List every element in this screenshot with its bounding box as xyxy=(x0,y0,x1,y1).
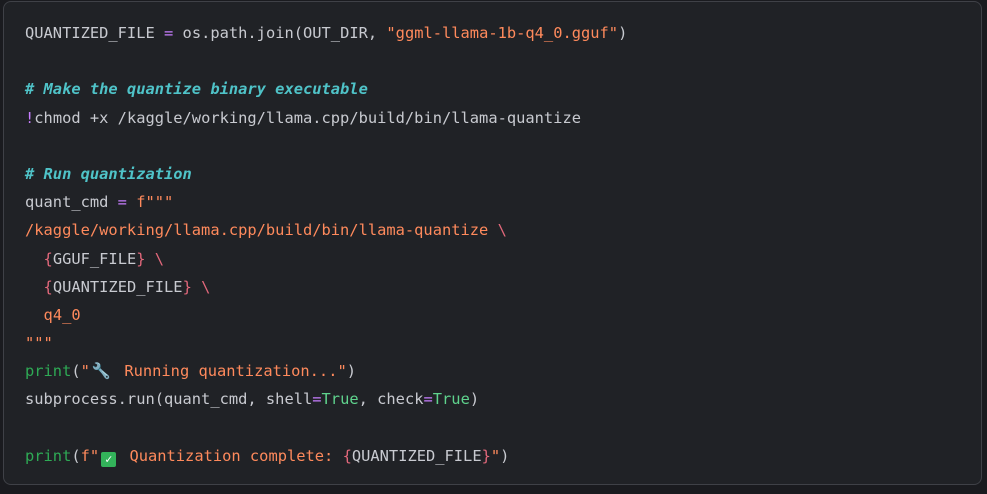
string-token: """ xyxy=(145,193,174,212)
constant-token: True xyxy=(432,390,470,409)
code-line-arg-quantized: {QUANTIZED_FILE} \ xyxy=(25,273,627,301)
interpolation-token: QUANTIZED_FILE xyxy=(52,277,183,296)
code-line-string-end: """ xyxy=(25,329,627,357)
code-line-print-2: print(f" ✓ Quantization complete: {QUANTI… xyxy=(25,442,627,470)
brace-token: } xyxy=(481,446,491,465)
string-token: q4_0 xyxy=(43,305,81,324)
operator-token: = xyxy=(312,390,322,409)
code-line-subprocess: subprocess.run(quant_cmd, shell=True, ch… xyxy=(25,385,627,413)
code-line-arg-gguf: {GGUF_FILE} \ xyxy=(25,245,627,273)
shell-bang-token: ! xyxy=(25,108,35,127)
code-line-comment-1: # Make the quantize binary executable xyxy=(25,75,627,103)
string-token: """ xyxy=(25,334,53,353)
indent-token xyxy=(25,306,44,324)
comment-token: # Make the quantize binary executable xyxy=(25,80,368,99)
function-token: print xyxy=(25,362,72,381)
fstring-prefix-token: f xyxy=(126,193,146,212)
code-cell[interactable]: QUANTIZED_FILE = os.path.join(OUT_DIR, "… xyxy=(3,1,982,485)
interpolation-token: QUANTIZED_FILE xyxy=(351,446,482,465)
call-token: os.path.join(OUT_DIR, xyxy=(173,24,387,42)
brace-token: } xyxy=(136,249,146,268)
variable-token: QUANTIZED_FILE xyxy=(25,24,164,42)
call-token: subprocess.run(quant_cmd, shell xyxy=(25,390,313,409)
paren-token: ( xyxy=(71,362,81,381)
paren-token: ( xyxy=(71,446,81,465)
quote-token: " xyxy=(89,446,100,465)
comment-token: # Run quantization xyxy=(25,164,192,183)
code-line-assign: quant_cmd = f""" xyxy=(25,188,627,216)
code-line-1: QUANTIZED_FILE = os.path.join(OUT_DIR, "… xyxy=(25,19,627,47)
string-token: "ggml-llama-1b-q4_0.gguf" xyxy=(386,24,619,42)
wrench-icon: 🔧 xyxy=(91,362,112,381)
indent-token xyxy=(25,250,44,268)
operator-token: = xyxy=(117,193,127,212)
string-token: Quantization complete: xyxy=(120,446,343,465)
code-line-comment-2: # Run quantization xyxy=(25,160,627,188)
code-line-shell: !chmod +x /kaggle/working/llama.cpp/buil… xyxy=(25,104,627,132)
brace-token: } xyxy=(182,277,192,296)
code-editor[interactable]: QUANTIZED_FILE = os.path.join(OUT_DIR, "… xyxy=(25,19,627,470)
escape-token: \ xyxy=(145,249,165,268)
paren-token: ) xyxy=(618,24,628,42)
quote-token: " xyxy=(490,446,501,465)
brace-token: { xyxy=(342,446,352,465)
code-line-arg-type: q4_0 xyxy=(25,301,627,329)
brace-token: { xyxy=(43,249,53,268)
shell-command-token: chmod +x /kaggle/working/llama.cpp/build… xyxy=(34,108,581,127)
constant-token: True xyxy=(321,390,359,409)
paren-token: ) xyxy=(500,446,510,465)
operator-token: = xyxy=(164,24,174,42)
escape-token: \ xyxy=(191,277,211,296)
quote-token: " xyxy=(80,362,90,381)
variable-token: quant_cmd xyxy=(25,193,118,212)
operator-token: = xyxy=(423,390,433,409)
code-line-print-1: print(" 🔧 Running quantization...") xyxy=(25,357,627,385)
call-token: , check xyxy=(358,390,424,409)
indent-token xyxy=(25,278,44,296)
interpolation-token: GGUF_FILE xyxy=(52,249,137,268)
paren-token: ) xyxy=(346,362,357,381)
string-token: Running quantization..." xyxy=(115,362,347,381)
string-token: /kaggle/working/llama.cpp/build/bin/llam… xyxy=(25,221,498,240)
fstring-prefix-token: f xyxy=(80,446,90,465)
brace-token: { xyxy=(43,277,53,296)
escape-token: \ xyxy=(497,221,507,240)
function-token: print xyxy=(25,446,72,465)
check-icon: ✓ xyxy=(101,451,117,467)
paren-token: ) xyxy=(469,390,480,409)
code-line-path: /kaggle/working/llama.cpp/build/bin/llam… xyxy=(25,216,627,244)
